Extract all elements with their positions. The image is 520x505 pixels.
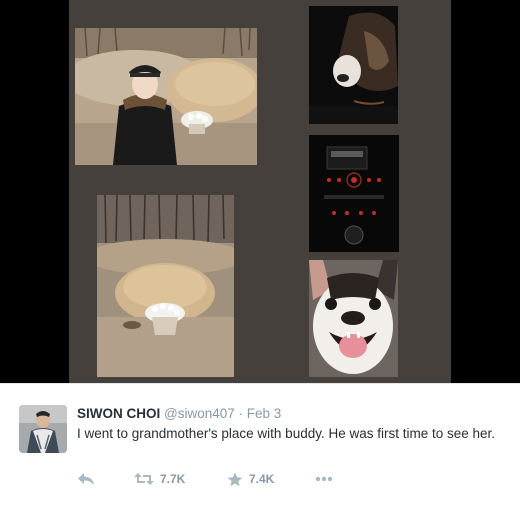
more-button[interactable] — [315, 470, 333, 488]
display-name[interactable]: SIWON CHOI — [77, 406, 160, 421]
grave-mound-with-flowers-photo[interactable] — [97, 195, 234, 377]
timestamp[interactable]: Feb 3 — [247, 406, 282, 421]
tweet-text: I went to grandmother's place with buddy… — [77, 426, 496, 441]
tweet-media[interactable] — [0, 0, 520, 383]
reply-button[interactable] — [77, 470, 95, 488]
car-dashboard-photo[interactable] — [309, 135, 399, 252]
tweet-card: SIWON CHOI @siwon407 · Feb 3 I went to g… — [0, 383, 520, 505]
retweet-icon — [134, 472, 154, 486]
selfie-at-grave-photo[interactable] — [75, 28, 257, 165]
dog-in-car-photo[interactable] — [309, 6, 398, 124]
favorite-button[interactable]: 7.4K — [227, 470, 274, 488]
retweet-count: 7.7K — [160, 472, 186, 486]
bulldog-closeup-photo[interactable] — [309, 260, 398, 377]
favorite-count: 7.4K — [249, 472, 275, 486]
separator: · — [238, 406, 244, 421]
retweet-button[interactable]: 7.7K — [134, 470, 185, 488]
photo-collage — [69, 0, 451, 383]
username[interactable]: @siwon407 — [164, 406, 235, 421]
reply-icon — [77, 472, 95, 486]
avatar[interactable] — [19, 405, 67, 453]
tweet-actions: 7.7K 7.4K — [77, 470, 377, 488]
more-icon — [315, 476, 333, 482]
star-icon — [227, 472, 243, 487]
tweet-header: SIWON CHOI @siwon407 · Feb 3 — [77, 405, 281, 423]
